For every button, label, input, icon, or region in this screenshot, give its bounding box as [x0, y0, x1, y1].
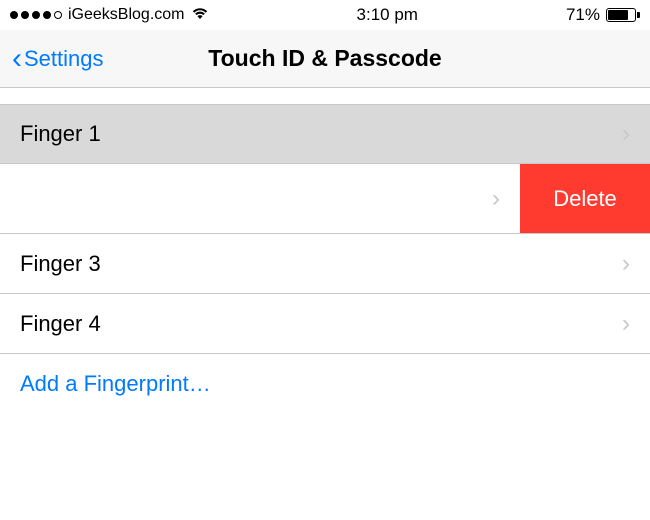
- add-fingerprint-button[interactable]: Add a Fingerprint…: [0, 354, 650, 414]
- chevron-right-icon: ›: [622, 250, 630, 278]
- nav-bar: ‹ Settings Touch ID & Passcode: [0, 30, 650, 88]
- battery-percent: 71%: [566, 5, 600, 25]
- delete-button[interactable]: Delete: [520, 164, 650, 233]
- chevron-left-icon: ‹: [12, 44, 22, 74]
- finger-label: Finger 4: [20, 311, 622, 337]
- back-label: Settings: [24, 46, 104, 72]
- finger-row-3[interactable]: Finger 3 ›: [0, 234, 650, 294]
- delete-label: Delete: [553, 186, 617, 212]
- status-time: 3:10 pm: [209, 5, 566, 25]
- finger-row-1[interactable]: Finger 1 ›: [0, 104, 650, 164]
- chevron-right-icon: ›: [492, 185, 500, 213]
- add-fingerprint-label: Add a Fingerprint…: [20, 371, 211, 397]
- finger-row-4[interactable]: Finger 4 ›: [0, 294, 650, 354]
- finger-row-2[interactable]: › Delete: [0, 164, 650, 234]
- list-spacer: [0, 88, 650, 104]
- finger-label: Finger 1: [20, 121, 622, 147]
- finger-label: Finger 3: [20, 251, 622, 277]
- chevron-right-icon: ›: [622, 310, 630, 338]
- wifi-icon: [191, 6, 209, 25]
- back-button[interactable]: ‹ Settings: [12, 44, 104, 74]
- status-left: iGeeksBlog.com: [10, 6, 209, 25]
- status-right: 71%: [566, 5, 640, 25]
- chevron-right-icon: ›: [622, 120, 630, 148]
- status-bar: iGeeksBlog.com 3:10 pm 71%: [0, 0, 650, 30]
- battery-icon: [606, 8, 640, 22]
- finger-row-2-content[interactable]: ›: [0, 164, 520, 233]
- carrier-label: iGeeksBlog.com: [68, 6, 185, 24]
- signal-strength-icon: [10, 11, 62, 19]
